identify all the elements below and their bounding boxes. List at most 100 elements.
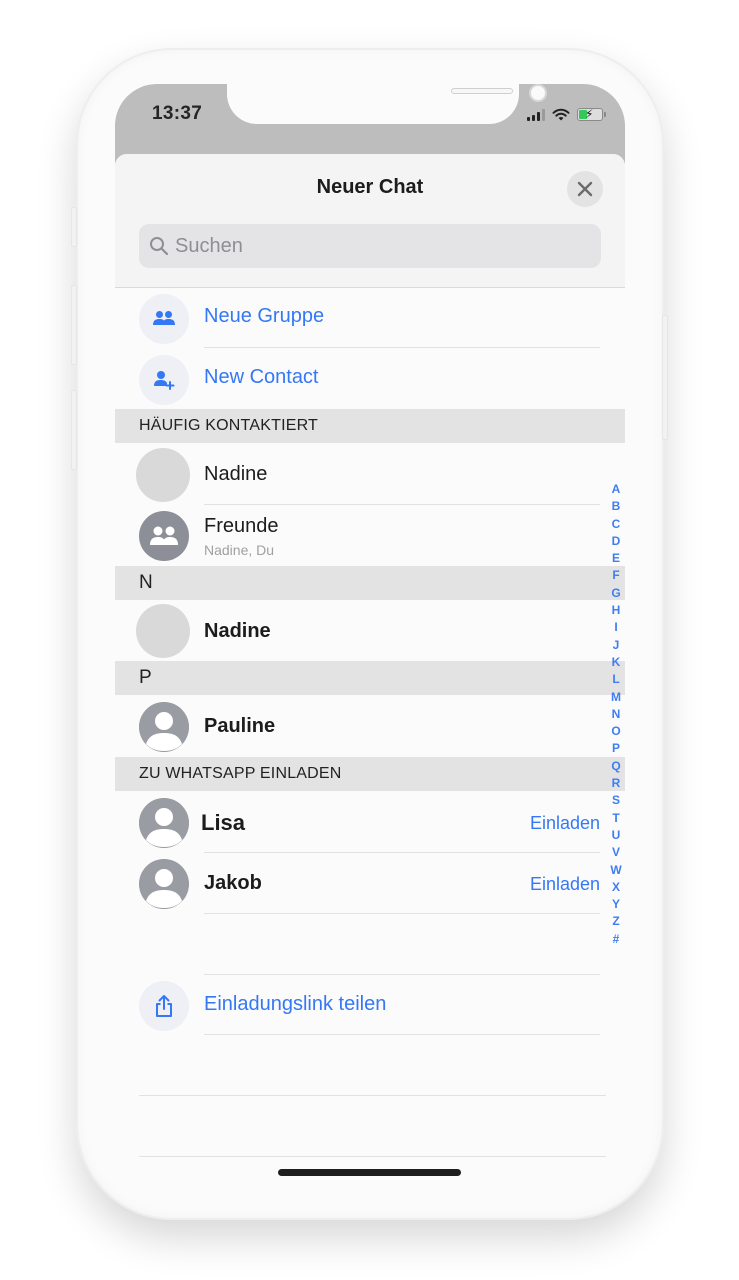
new-chat-sheet: Neuer Chat Suchen Neue Gruppe New Contac…: [115, 154, 625, 1194]
index-letter[interactable]: M: [611, 689, 621, 706]
separator: [204, 974, 600, 975]
invite-button[interactable]: Einladen: [530, 874, 600, 895]
index-letter[interactable]: L: [612, 671, 619, 688]
index-letter[interactable]: B: [612, 498, 621, 515]
phone-screen: 13:37 ⚡ Neuer Chat Suchen Neue Gruppe Ne…: [115, 84, 625, 1194]
share-invite-link-label: Einladungslink teilen: [204, 993, 387, 1015]
alphabet-index[interactable]: A B C D E F G H I J K L M N O P Q R S T U V W X Y Z #: [609, 481, 623, 948]
person-avatar-icon: [139, 798, 189, 848]
new-contact-label: New Contact: [204, 366, 319, 388]
index-letter[interactable]: J: [613, 637, 620, 654]
separator: [204, 347, 600, 348]
invite-button[interactable]: Einladen: [530, 813, 600, 834]
front-camera: [529, 84, 547, 102]
contact-row[interactable]: Pauline: [115, 696, 625, 757]
group-members: Nadine, Du: [204, 542, 275, 558]
status-icons: ⚡: [527, 105, 606, 121]
share-invite-link-row[interactable]: Einladungslink teilen: [115, 976, 625, 1037]
wifi-icon: [552, 108, 570, 121]
index-letter[interactable]: W: [610, 862, 621, 879]
contact-name: Pauline: [204, 715, 276, 737]
index-letter[interactable]: P: [612, 740, 620, 757]
charging-bolt-icon: ⚡: [585, 107, 594, 121]
add-contact-icon: [154, 371, 175, 390]
new-contact-avatar: [139, 355, 189, 405]
index-letter[interactable]: S: [612, 792, 620, 809]
invite-contact-row[interactable]: Lisa Einladen: [115, 792, 625, 853]
group-chat-row[interactable]: Freunde Nadine, Du: [115, 506, 625, 567]
section-header-invite: ZU WHATSAPP EINLADEN: [115, 757, 625, 791]
page-title: Neuer Chat: [316, 176, 424, 198]
share-avatar: [139, 981, 189, 1031]
contact-name: Jakob: [204, 872, 262, 894]
status-bar: 13:37 ⚡: [115, 84, 625, 164]
group-avatar-icon: [150, 526, 178, 545]
search-input[interactable]: [175, 234, 575, 258]
home-indicator[interactable]: [278, 1169, 461, 1176]
index-letter[interactable]: U: [612, 827, 621, 844]
contact-row[interactable]: Nadine: [115, 445, 625, 506]
notch: [227, 84, 547, 124]
section-title: N: [139, 572, 153, 593]
group-name: Freunde: [204, 515, 279, 537]
separator: [139, 1095, 606, 1096]
contact-name: Nadine: [204, 463, 268, 485]
contact-row[interactable]: Nadine: [115, 601, 625, 662]
index-letter[interactable]: H: [612, 602, 621, 619]
close-button[interactable]: [567, 171, 603, 207]
person-avatar: [139, 859, 189, 909]
index-letter[interactable]: V: [612, 844, 620, 861]
status-time: 13:37: [152, 103, 203, 124]
index-letter[interactable]: X: [612, 879, 620, 896]
battery-charging-icon: ⚡: [577, 107, 606, 121]
index-letter[interactable]: #: [613, 931, 620, 948]
side-button-left-1: [71, 207, 77, 247]
person-avatar-icon: [139, 859, 189, 909]
index-letter[interactable]: A: [612, 481, 621, 498]
index-letter[interactable]: R: [612, 775, 621, 792]
index-letter[interactable]: I: [614, 619, 617, 636]
section-header-n: N: [115, 566, 625, 600]
search-icon: [150, 237, 169, 256]
new-group-avatar: [139, 294, 189, 344]
index-letter[interactable]: K: [612, 654, 621, 671]
index-letter[interactable]: Y: [612, 896, 620, 913]
section-title: ZU WHATSAPP EINLADEN: [139, 765, 342, 782]
close-icon: [577, 181, 593, 197]
index-letter[interactable]: E: [612, 550, 620, 567]
index-letter[interactable]: F: [612, 567, 619, 584]
group-avatar: [139, 511, 189, 561]
new-group-row[interactable]: Neue Gruppe: [115, 289, 625, 350]
index-letter[interactable]: G: [611, 585, 620, 602]
new-group-label: Neue Gruppe: [204, 305, 325, 327]
index-letter[interactable]: Z: [612, 913, 619, 930]
invite-contact-row[interactable]: Jakob Einladen: [115, 853, 625, 914]
contact-name: Lisa: [201, 810, 246, 835]
index-letter[interactable]: Q: [611, 758, 620, 775]
side-button-right: [662, 315, 668, 440]
new-contact-row[interactable]: New Contact: [115, 350, 625, 411]
section-title: HÄUFIG KONTAKTIERT: [139, 417, 319, 434]
share-icon: [156, 995, 172, 1017]
cellular-signal-icon: [527, 109, 545, 121]
person-avatar: [139, 702, 189, 752]
section-header-frequent: HÄUFIG KONTAKTIERT: [115, 409, 625, 443]
index-letter[interactable]: N: [612, 706, 621, 723]
section-header-p: P: [115, 661, 625, 695]
separator: [139, 1156, 606, 1157]
blank-avatar: [136, 604, 190, 658]
index-letter[interactable]: D: [612, 533, 621, 550]
speaker-grille: [451, 88, 513, 94]
separator: [204, 913, 600, 914]
search-field[interactable]: [139, 224, 601, 268]
side-button-left-3: [71, 390, 77, 470]
side-button-left-2: [71, 285, 77, 365]
section-title: P: [139, 667, 152, 688]
group-icon: [153, 311, 175, 325]
index-letter[interactable]: T: [612, 810, 619, 827]
person-avatar: [139, 798, 189, 848]
index-letter[interactable]: C: [612, 516, 621, 533]
sheet-header: Neuer Chat: [115, 154, 625, 288]
index-letter[interactable]: O: [611, 723, 620, 740]
person-avatar-icon: [139, 702, 189, 752]
